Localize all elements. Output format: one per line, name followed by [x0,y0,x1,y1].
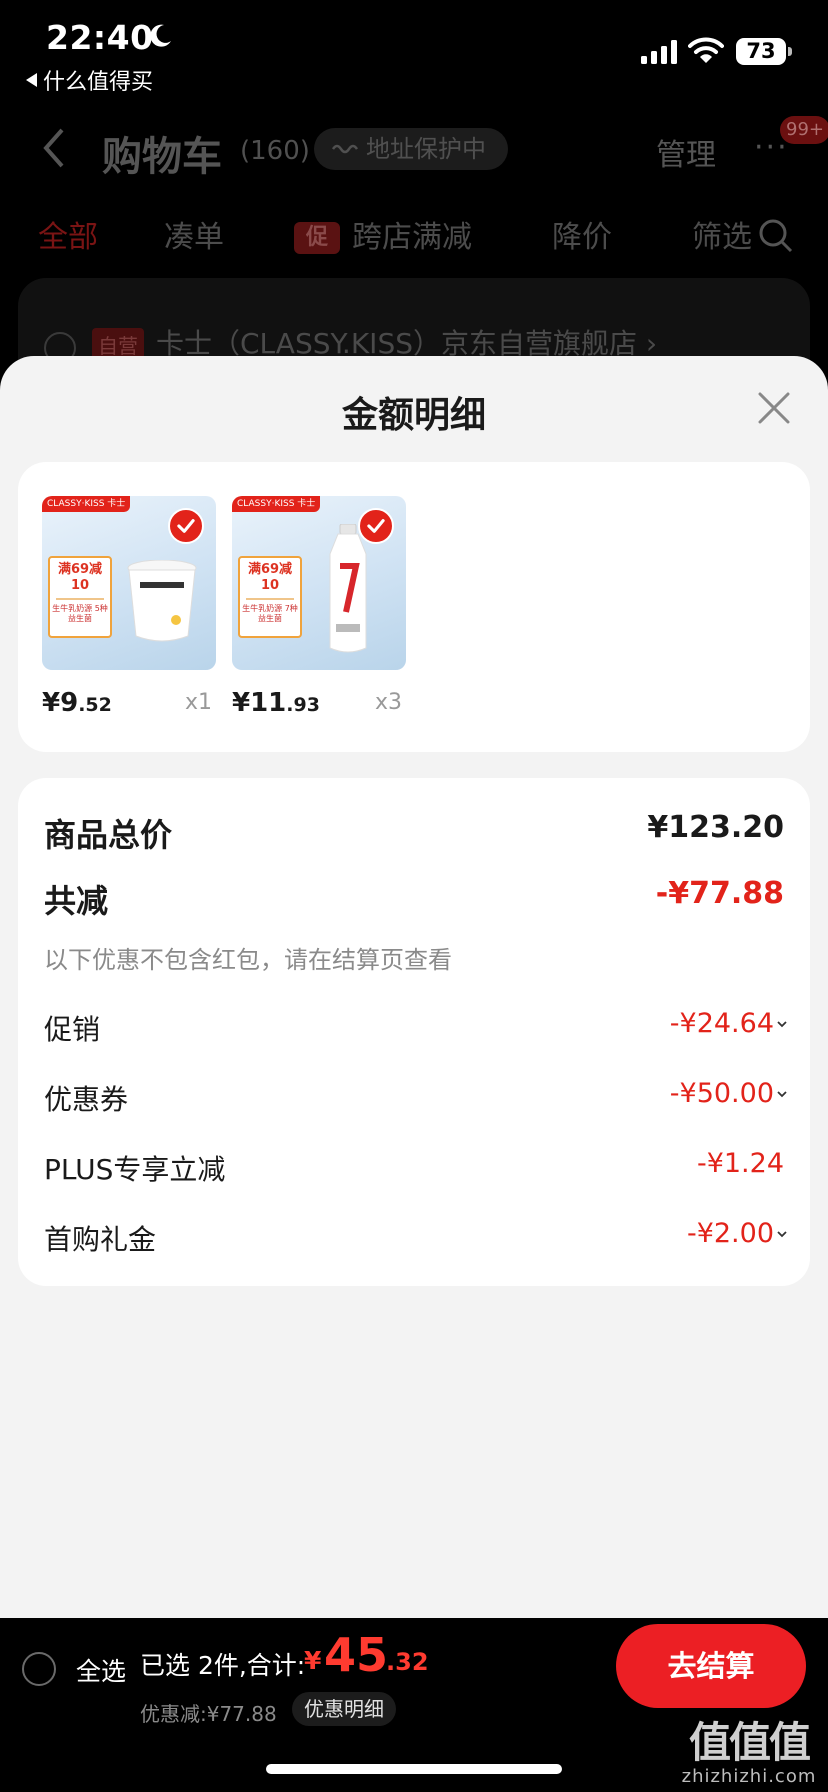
reduction-note: 以下优惠不包含红包，请在结算页查看 [44,946,452,974]
tab-all[interactable]: 全部 [38,212,98,256]
amount-detail-sheet: 金额明细 CLASSY·KISS 卡士 满69减10 生牛乳奶源 5种益生菌 ¥… [0,356,828,1618]
item-quantity: x1 [184,690,212,715]
sheet-title: 金额明细 [341,395,486,436]
tab-filter[interactable]: 筛选 [692,212,752,256]
items-card: CLASSY·KISS 卡士 满69减10 生牛乳奶源 5种益生菌 ¥9.52 … [18,462,810,752]
chevron-down-icon [777,1231,787,1238]
item-price-int: ¥9 [42,688,79,718]
close-icon[interactable] [754,388,794,428]
battery-icon: 73 [736,38,792,65]
back-app-label: 什么值得买 [43,70,154,95]
checkout-bar: 全选 已选 2件,合计: ¥ 45 .32 优惠减:¥77.88 优惠明细 去结… [0,1618,828,1792]
cart-title: 购物车 [102,134,222,180]
item-price: ¥11.93 [232,688,320,718]
poster-promo: 满69减10 [247,562,293,593]
yogurt-cup-icon [127,560,197,642]
cart-item[interactable]: CLASSY·KISS 卡士 满69减10 生牛乳奶源 7种益生菌 ¥11.93… [232,496,406,718]
checkmark-icon[interactable] [358,508,394,544]
tab-price-drop[interactable]: 降价 [552,212,612,256]
brand-tag: CLASSY·KISS 卡士 [42,496,131,512]
address-protection-label: 地址保护中 [366,135,486,163]
total-price-value: ¥123.20 [647,810,784,845]
tab-combine[interactable]: 凑单 [164,212,224,256]
wave-icon [332,144,358,154]
cellular-signal-icon [641,40,677,64]
item-price-dec: .93 [286,694,320,716]
chevron-down-icon [777,1021,787,1028]
moon-icon [150,24,171,47]
poster-desc: 生牛乳奶源 7种益生菌 [242,604,298,623]
total-amount-dec: .32 [386,1648,429,1676]
status-bar: 22:40 什么值得买 73 [0,0,828,100]
home-indicator[interactable] [266,1764,562,1774]
product-image: CLASSY·KISS 卡士 满69减10 生牛乳奶源 5种益生菌 [42,496,216,670]
poster-promo: 满69减10 [57,562,103,593]
checkmark-icon[interactable] [168,508,204,544]
promo-poster: 满69减10 生牛乳奶源 7种益生菌 [238,556,302,638]
price-breakdown-card: 商品总价 ¥123.20 共减 -¥77.88 以下优惠不包含红包，请在结算页查… [18,778,810,1286]
total-reduction-value: -¥77.88 [655,876,784,911]
item-price-int: ¥11 [232,688,287,718]
chevron-left-icon[interactable] [40,126,68,170]
brand-tag: CLASSY·KISS 卡士 [232,496,321,512]
product-image: CLASSY·KISS 卡士 满69减10 生牛乳奶源 7种益生菌 [232,496,406,670]
total-currency: ¥ [304,1646,322,1675]
promo-poster: 满69减10 生牛乳奶源 5种益生菌 [48,556,112,638]
item-quantity: x3 [374,690,402,715]
back-to-app-button[interactable]: 什么值得买 [26,64,153,96]
promotion-label: 促销 [44,1013,101,1046]
tab-cross-store[interactable]: 促跨店满减 [294,212,472,256]
manage-button[interactable]: 管理 [656,130,716,174]
item-price: ¥9.52 [42,688,112,718]
cart-tabs: 全部 凑单 促跨店满减 降价 筛选 [0,212,828,262]
first-purchase-gift-label: 首购礼金 [44,1223,157,1256]
address-protection-chip[interactable]: 地址保护中 [314,128,508,170]
status-time: 22:40 [46,18,154,57]
cart-count: (160) [240,136,310,166]
chevron-down-icon [777,1091,787,1098]
coupon-label: 优惠券 [44,1083,129,1116]
promo-chip: 促 [294,222,340,254]
plus-discount-label: PLUS专享立减 [44,1153,226,1186]
select-all-label[interactable]: 全选 [76,1652,126,1688]
milk-bottle-icon [329,524,367,653]
search-icon[interactable] [758,218,794,254]
poster-desc: 生牛乳奶源 5种益生菌 [52,604,108,623]
promotion-value: -¥24.64 [669,1008,774,1039]
checkout-button[interactable]: 去结算 [616,1624,806,1708]
selected-summary: 已选 2件,合计: [140,1651,306,1680]
discount-detail-button[interactable]: 优惠明细 [292,1692,396,1726]
coupon-value: -¥50.00 [669,1078,774,1109]
total-price-label: 商品总价 [44,816,173,854]
wifi-icon [688,37,724,63]
watermark: 值值值 zhizhizhi.com [676,1718,822,1788]
total-reduction-label: 共减 [44,882,109,920]
watermark-url: zhizhizhi.com [681,1766,817,1787]
plus-discount-value: -¥1.24 [696,1148,784,1179]
message-badge: 99+ [780,116,828,144]
cart-page-background: 购物车 (160) 地址保护中 管理 ··· 99+ 全部 凑单 促跨店满减 降… [0,100,828,418]
watermark-logo: 值值值 [688,1718,811,1767]
tab-cross-store-label: 跨店满减 [352,220,472,255]
item-price-dec: .52 [78,694,112,716]
discount-summary: 优惠减:¥77.88 [140,1702,277,1726]
back-triangle-icon [26,73,37,87]
select-all-radio[interactable] [22,1652,56,1686]
total-amount-int: 45 [324,1628,389,1682]
cart-item[interactable]: CLASSY·KISS 卡士 满69减10 生牛乳奶源 5种益生菌 ¥9.52 … [42,496,216,718]
first-purchase-gift-value: -¥2.00 [686,1218,774,1249]
